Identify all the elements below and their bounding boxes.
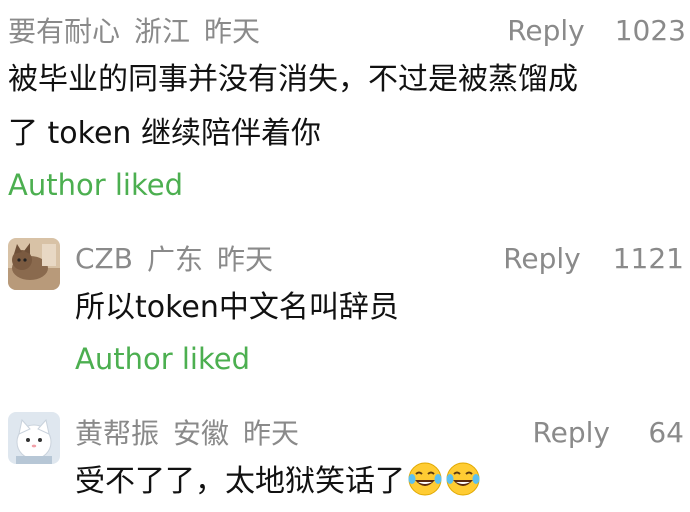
like-count[interactable]: 1023 — [615, 14, 686, 47]
reply-button[interactable]: Reply — [532, 416, 610, 449]
like-count[interactable]: 1121 — [613, 242, 684, 275]
region: 广东 — [146, 243, 203, 276]
comment-actions: Reply 1121 — [503, 238, 684, 278]
reply-button[interactable]: Reply — [503, 242, 581, 275]
comment-text: 被毕业的同事并没有消失，不过是被蒸馏成 了 token 继续陪伴着你 — [8, 56, 578, 158]
timestamp: 昨天 — [216, 243, 273, 276]
timestamp: 昨天 — [204, 15, 261, 48]
like-count[interactable]: 64 — [644, 416, 684, 449]
comment-meta: CZB 广东 昨天 — [75, 238, 273, 278]
username[interactable]: 黄帮振 — [75, 412, 159, 452]
comment-text-content: 受不了了，太地狱笑话了 — [75, 464, 405, 499]
comment-meta: 黄帮振 安徽 昨天 — [75, 412, 299, 452]
reply-button[interactable]: Reply — [507, 14, 585, 47]
laughing-tears-emoji-icon — [445, 461, 481, 512]
comment-text: 受不了了，太地狱笑话了 — [75, 458, 481, 512]
author-liked-badge: Author liked — [75, 342, 250, 376]
username[interactable]: 要有耐心 — [8, 10, 120, 50]
comment-text: 所以token中文名叫辞员 — [75, 290, 399, 325]
timestamp: 昨天 — [243, 417, 300, 450]
comment-text-line: 了 token 继续陪伴着你 — [8, 116, 321, 151]
avatar[interactable] — [8, 238, 60, 290]
cartoon-cat-avatar — [8, 412, 60, 464]
comment-actions: Reply 64 — [532, 412, 684, 452]
comment-1: 要有耐心 浙江 昨天 Reply 1023 被毕业的同事并没有消失，不过是被蒸馏… — [0, 0, 690, 210]
avatar[interactable] — [8, 412, 60, 464]
cat-photo-avatar — [8, 238, 60, 290]
comment-actions: Reply 1023 — [507, 10, 686, 50]
author-liked-badge: Author liked — [8, 168, 183, 202]
laughing-tears-emoji-icon — [407, 461, 443, 512]
comment-text-line: 被毕业的同事并没有消失，不过是被蒸馏成 — [8, 62, 578, 97]
username[interactable]: CZB — [75, 242, 133, 275]
comment-meta: 要有耐心 浙江 昨天 — [8, 10, 260, 50]
region: 安徽 — [173, 417, 230, 450]
region: 浙江 — [134, 15, 191, 48]
